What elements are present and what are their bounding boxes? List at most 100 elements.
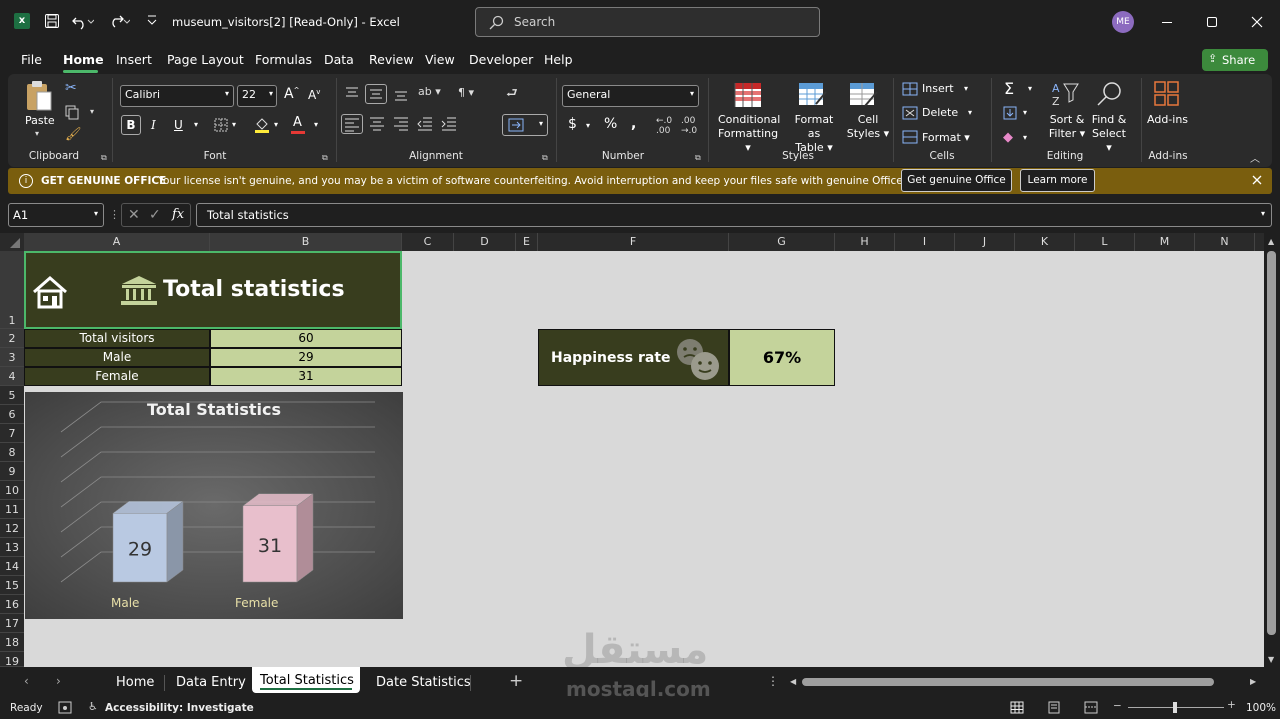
redo-icon[interactable] [108, 12, 130, 30]
increase-font-icon[interactable]: A^ [284, 86, 299, 102]
chevron-down-icon[interactable]: ▾ [1028, 84, 1032, 93]
clear-icon[interactable]: ◆ [1003, 130, 1013, 145]
collapse-ribbon-icon[interactable]: ︿ [1250, 150, 1260, 165]
chevron-down-icon[interactable]: ▾ [968, 108, 972, 117]
vertical-scrollbar[interactable]: ▲ ▼ [1264, 233, 1280, 667]
wrap-text-icon[interactable]: ⮐ [506, 84, 518, 106]
scroll-up-icon[interactable]: ▲ [1268, 237, 1274, 246]
restore-icon[interactable] [1207, 17, 1217, 27]
close-icon[interactable] [1250, 15, 1264, 29]
avatar[interactable]: ME [1112, 11, 1134, 33]
clipboard-launcher-icon[interactable]: ⧉ [101, 153, 107, 163]
customize-toolbar-icon[interactable] [146, 14, 158, 26]
row-header-2[interactable]: 2 [0, 329, 24, 348]
chevron-down-icon[interactable]: ▾ [274, 120, 278, 129]
chart-area[interactable]: Total Statistics 29 31 Male Female [25, 392, 403, 619]
font-size-select[interactable]: 22 ▾ [237, 85, 277, 107]
currency-icon[interactable]: $ [568, 116, 577, 132]
bold-button[interactable]: B [121, 115, 141, 135]
menu-review[interactable]: Review [369, 52, 414, 67]
zoom-in-icon[interactable]: + [1227, 699, 1236, 711]
add-ins-label[interactable]: Add-ins [1147, 113, 1188, 126]
horizontal-scroll-thumb[interactable] [802, 678, 1214, 686]
decrease-font-icon[interactable]: Av [308, 88, 320, 102]
align-right-icon[interactable] [393, 116, 409, 132]
row-header-1[interactable]: 1 [0, 251, 24, 329]
conditional-formatting-label[interactable]: Conditional Formatting ▾ [718, 113, 780, 155]
select-all-corner[interactable] [0, 233, 24, 251]
row-header-13[interactable]: 13 [0, 538, 24, 557]
tab-data-entry[interactable]: Data Entry [176, 675, 246, 690]
title-cell[interactable]: Total statistics [24, 251, 402, 329]
font-launcher-icon[interactable]: ⧉ [322, 153, 328, 163]
merge-center-button[interactable]: ▾ [502, 114, 548, 136]
tab-total-statistics[interactable]: Total Statistics [252, 667, 360, 693]
sort-filter-icon[interactable]: AZ [1050, 80, 1080, 108]
chevron-down-icon[interactable]: ▾ [1023, 108, 1027, 117]
add-ins-icon[interactable] [1153, 80, 1181, 108]
row-header-12[interactable]: 12 [0, 519, 24, 538]
fill-color-icon[interactable] [254, 116, 270, 134]
accessibility-status[interactable]: Accessibility: Investigate [105, 702, 254, 714]
chevron-down-icon[interactable]: ▾ [586, 121, 590, 130]
copy-icon[interactable] [64, 104, 80, 120]
borders-icon[interactable] [214, 118, 228, 132]
delete-cells-label[interactable]: Delete [922, 106, 958, 119]
share-button[interactable]: ⇪ Share [1202, 49, 1268, 71]
row-header-5[interactable]: 5 [0, 386, 24, 405]
menu-page-layout[interactable]: Page Layout [167, 52, 244, 67]
table-value-total-visitors[interactable]: 60 [210, 329, 402, 348]
menu-home[interactable]: Home [63, 52, 104, 67]
align-bottom-icon[interactable] [393, 88, 409, 102]
menu-view[interactable]: View [425, 52, 455, 67]
column-header-i[interactable]: I [895, 233, 955, 251]
alignment-launcher-icon[interactable]: ⧉ [542, 153, 548, 163]
row-header-14[interactable]: 14 [0, 557, 24, 576]
copy-dropdown-icon[interactable]: ▾ [90, 107, 94, 116]
fill-icon[interactable] [1003, 106, 1019, 120]
cell-styles-label[interactable]: Cell Styles ▾ [846, 113, 890, 141]
align-middle-icon[interactable] [365, 84, 387, 104]
row-header-4[interactable]: 4 [0, 367, 24, 386]
chevron-down-icon[interactable]: ▾ [964, 84, 968, 93]
paste-icon[interactable] [24, 80, 54, 112]
page-layout-view-icon[interactable] [1047, 701, 1061, 714]
accessibility-icon[interactable]: ♿ [88, 700, 98, 713]
decrease-indent-icon[interactable] [417, 116, 433, 132]
page-break-view-icon[interactable] [1084, 701, 1098, 714]
row-header-8[interactable]: 8 [0, 443, 24, 462]
scroll-down-icon[interactable]: ▼ [1268, 655, 1274, 664]
menu-formulas[interactable]: Formulas [255, 52, 312, 67]
format-painter-icon[interactable]: 🖌 [65, 127, 82, 142]
row-header-11[interactable]: 11 [0, 500, 24, 519]
row-header-6[interactable]: 6 [0, 405, 24, 424]
zoom-out-icon[interactable]: − [1113, 700, 1122, 712]
autosum-icon[interactable]: Σ [1004, 79, 1014, 98]
column-header-b[interactable]: B [210, 233, 402, 251]
paste-dropdown-icon[interactable]: ▾ [35, 129, 39, 138]
chevron-down-icon[interactable]: ▾ [314, 120, 318, 129]
menu-help[interactable]: Help [544, 52, 573, 67]
find-select-icon[interactable] [1095, 80, 1123, 108]
paste-label[interactable]: Paste [25, 114, 55, 127]
menu-insert[interactable]: Insert [116, 52, 152, 67]
cut-icon[interactable]: ✂ [65, 80, 77, 96]
column-header-d[interactable]: D [454, 233, 516, 251]
column-header-j[interactable]: J [955, 233, 1015, 251]
more-options-icon[interactable]: ⋮ [109, 208, 120, 221]
insert-cells-icon[interactable] [902, 82, 918, 96]
table-label-male[interactable]: Male [24, 348, 210, 367]
align-top-icon[interactable] [344, 86, 360, 100]
close-warning-icon[interactable] [1251, 174, 1263, 186]
row-header-9[interactable]: 9 [0, 462, 24, 481]
font-name-select[interactable]: Calibri ▾ [120, 85, 234, 107]
spreadsheet-grid[interactable]: A B C D E F G H I J K L M N 1 2 3 4 5 6 … [0, 233, 1264, 673]
cell-styles-icon[interactable] [849, 82, 879, 108]
column-header-n[interactable]: N [1195, 233, 1255, 251]
learn-more-button[interactable]: Learn more [1020, 169, 1095, 192]
tab-options-icon[interactable]: ⋮ [767, 674, 779, 688]
underline-button[interactable]: U [174, 118, 183, 132]
get-genuine-button[interactable]: Get genuine Office [901, 169, 1012, 192]
sort-filter-label[interactable]: Sort & Filter ▾ [1048, 113, 1086, 141]
search-box[interactable]: Search [475, 7, 820, 37]
